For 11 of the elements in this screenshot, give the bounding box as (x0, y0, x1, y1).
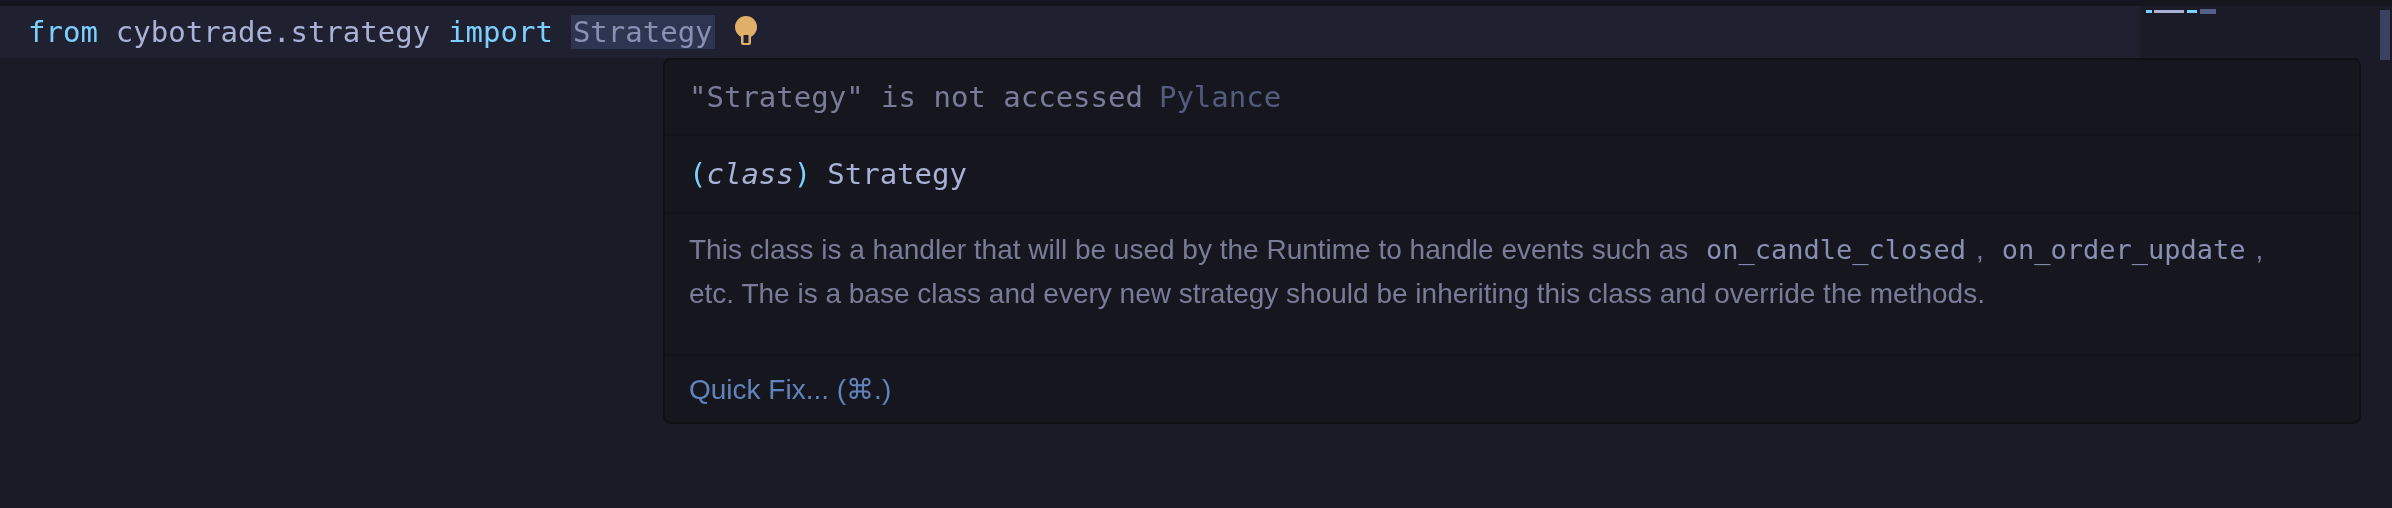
quick-fix-link[interactable]: Quick Fix... (⌘.) (689, 372, 892, 406)
signature-name: Strategy (827, 157, 967, 191)
diagnostic-message: "Strategy" is not accessed (689, 80, 1143, 114)
signature-kind: (class) (689, 157, 812, 191)
code-identifier: cybotrade.strategy (115, 15, 431, 49)
highlighted-identifier: Strategy (570, 15, 715, 49)
documentation-text: This class is a handler that will be used by the Runtime to handle events such as on_candle_closed , on_order_update , etc. The is a base class and every new strategy should be inheriting this class and override the methods. (689, 233, 2265, 311)
scrollbar[interactable] (2380, 10, 2390, 60)
diagnostic-source: Pylance (1158, 80, 1282, 114)
code-keyword: from (28, 15, 98, 49)
code-keyword: import (448, 15, 553, 49)
